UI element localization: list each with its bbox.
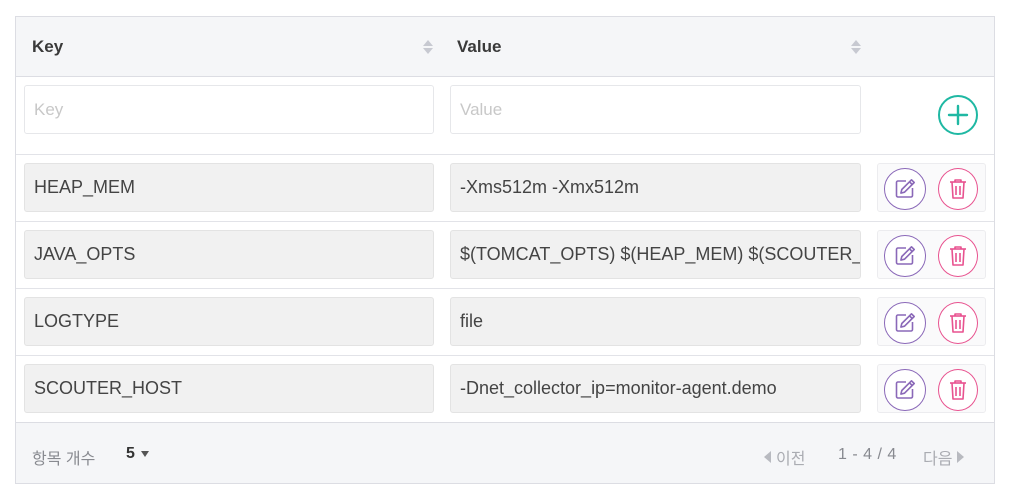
edit-button[interactable] — [884, 369, 926, 411]
page-range: 1 - 4 / 4 — [838, 446, 897, 463]
sort-icon[interactable] — [850, 38, 862, 56]
new-entry-row: Key Value — [16, 77, 994, 155]
add-entry-button[interactable] — [938, 95, 978, 135]
sort-icon[interactable] — [422, 38, 434, 56]
row-actions — [877, 230, 986, 279]
column-header-value-label: Value — [457, 37, 502, 56]
trash-icon — [950, 246, 966, 266]
plus-circle-icon — [947, 104, 969, 126]
row-key-field[interactable]: SCOUTER_HOST — [24, 364, 434, 413]
page-size-value: 5 — [126, 445, 135, 462]
row-key-field[interactable]: LOGTYPE — [24, 297, 434, 346]
trash-icon — [950, 380, 966, 400]
column-header-value[interactable]: Value — [457, 17, 862, 77]
prev-page-label: 이전 — [776, 451, 806, 468]
column-header-key[interactable]: Key — [32, 17, 434, 77]
table-header: Key Value — [16, 17, 994, 77]
table-row: JAVA_OPTS $(TOMCAT_OPTS) $(HEAP_MEM) $(S… — [16, 222, 994, 289]
next-page-button[interactable]: 다음 — [923, 445, 965, 469]
trash-icon — [950, 179, 966, 199]
delete-button[interactable] — [938, 235, 978, 277]
row-value-field[interactable]: -Dnet_collector_ip=monitor-agent.demo — [450, 364, 861, 413]
row-actions — [877, 163, 986, 212]
delete-button[interactable] — [938, 369, 978, 411]
next-page-label: 다음 — [923, 451, 953, 468]
new-value-input[interactable]: Value — [450, 85, 861, 134]
chevron-left-icon — [764, 451, 771, 463]
new-key-placeholder: Key — [34, 99, 64, 119]
new-key-input[interactable]: Key — [24, 85, 434, 134]
edit-icon — [895, 246, 915, 265]
row-actions — [877, 297, 986, 346]
table-row: SCOUTER_HOST -Dnet_collector_ip=monitor-… — [16, 356, 994, 423]
edit-icon — [895, 313, 915, 332]
page-size-label: 항목 개수 — [32, 451, 96, 468]
row-value-field[interactable]: -Xms512m -Xmx512m — [450, 163, 861, 212]
table-row: LOGTYPE file — [16, 289, 994, 356]
page-size-select[interactable]: 5 — [126, 445, 149, 463]
row-value-field[interactable]: file — [450, 297, 861, 346]
edit-button[interactable] — [884, 168, 926, 210]
edit-icon — [895, 179, 915, 198]
delete-button[interactable] — [938, 168, 978, 210]
row-actions — [877, 364, 986, 413]
column-header-key-label: Key — [32, 37, 64, 56]
prev-page-button[interactable]: 이전 — [764, 445, 805, 469]
edit-button[interactable] — [884, 302, 926, 344]
env-variables-table: Key Value Key Value HEAP_MEM -Xms512m -X… — [15, 16, 995, 484]
row-key-field[interactable]: HEAP_MEM — [24, 163, 434, 212]
new-value-placeholder: Value — [460, 99, 503, 119]
row-key-field[interactable]: JAVA_OPTS — [24, 230, 434, 279]
edit-button[interactable] — [884, 235, 926, 277]
table-row: HEAP_MEM -Xms512m -Xmx512m — [16, 155, 994, 222]
chevron-down-icon — [140, 451, 149, 457]
trash-icon — [950, 313, 966, 333]
chevron-right-icon — [957, 451, 965, 463]
delete-button[interactable] — [938, 302, 978, 344]
edit-icon — [895, 380, 915, 399]
row-value-field[interactable]: $(TOMCAT_OPTS) $(HEAP_MEM) $(SCOUTER_OPT… — [450, 230, 861, 279]
table-footer: 항목 개수 5 이전 1 - 4 / 4 다음 — [16, 422, 994, 483]
